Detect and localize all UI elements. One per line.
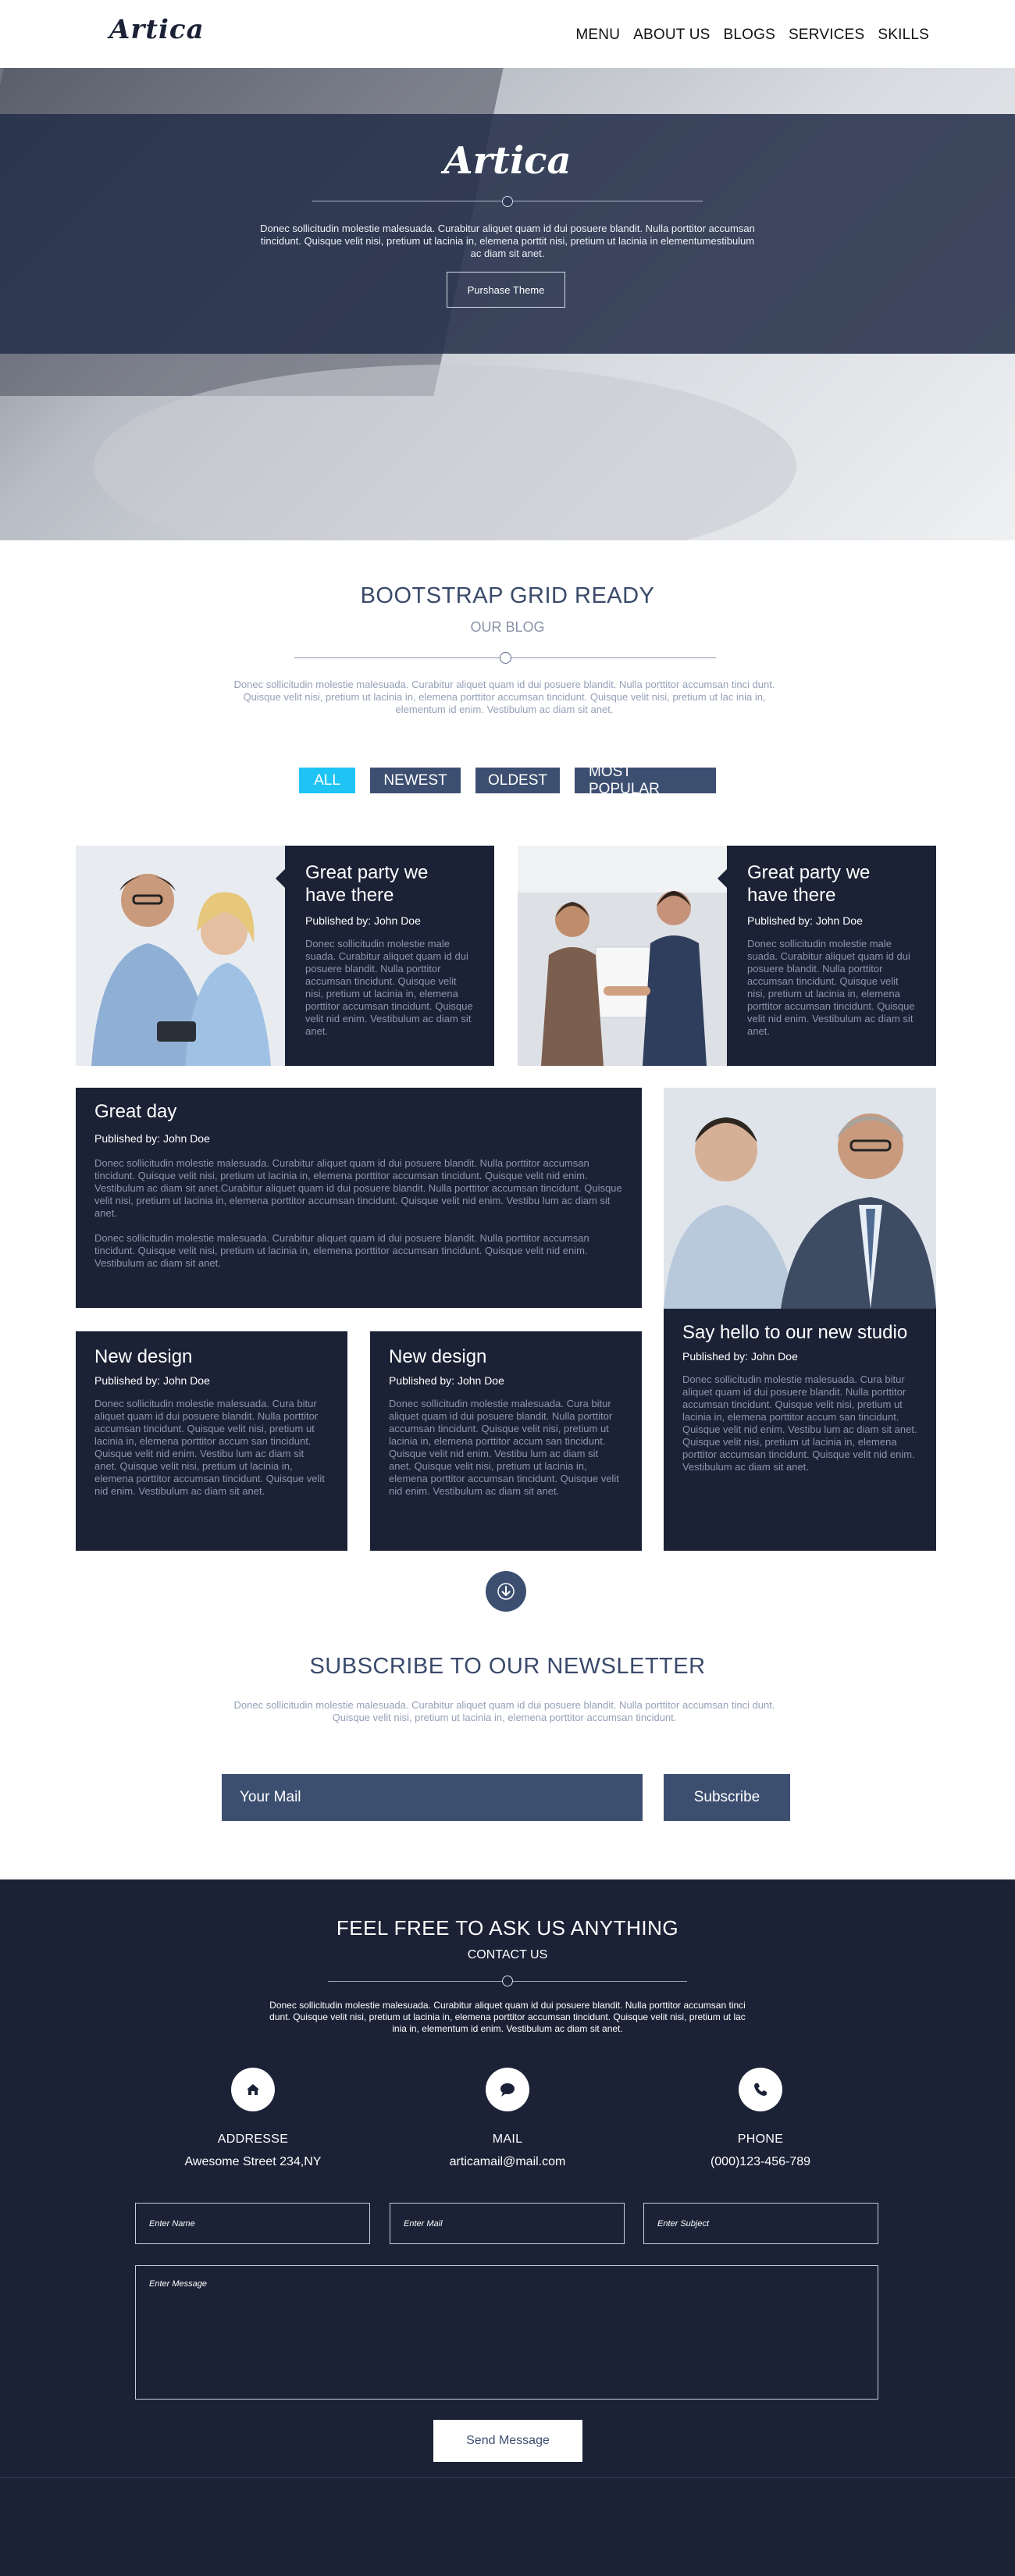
contact-subtitle: CONTACT US bbox=[467, 1948, 548, 1961]
phone-label: PHONE bbox=[737, 2132, 784, 2146]
photo-office-illustration bbox=[664, 1088, 936, 1309]
send-message-button[interactable]: Send Message bbox=[433, 2420, 582, 2462]
message-textarea[interactable]: Enter Message bbox=[135, 2265, 878, 2400]
newsletter-email-input[interactable]: Your Mail bbox=[222, 1774, 643, 1821]
phone-value[interactable]: (000)123-456-789 bbox=[667, 2155, 854, 2169]
card-title[interactable]: New design bbox=[389, 1345, 623, 1368]
blog-card[interactable]: Great party we have there Published by: … bbox=[285, 846, 494, 1066]
blog-filter-tabs: ALL NEWEST OLDEST MOST POPULAR bbox=[0, 764, 1015, 797]
card-title[interactable]: Say hello to our new studio bbox=[682, 1321, 917, 1344]
card-byline: Published by: John Doe bbox=[94, 1374, 210, 1387]
blog-card[interactable]: Say hello to our new studio Published by… bbox=[664, 1309, 936, 1551]
address-label: ADDRESSE bbox=[217, 2132, 289, 2146]
card-excerpt: Donec sollicitudin molestie malesuada. C… bbox=[94, 1398, 325, 1497]
card-pointer bbox=[276, 869, 285, 888]
nav-item-blogs[interactable]: BLOGS bbox=[724, 27, 775, 44]
filter-most-popular[interactable]: MOST POPULAR bbox=[575, 764, 716, 797]
top-navbar: Artica MENU ABOUT US BLOGS SERVICES SKIL… bbox=[0, 0, 1015, 68]
subject-input[interactable]: Enter Subject bbox=[643, 2203, 878, 2244]
card-excerpt: Donec sollicitudin molestie male suada. … bbox=[747, 938, 915, 1037]
blog-divider-dot bbox=[500, 652, 511, 664]
arrow-down-icon bbox=[497, 1583, 515, 1600]
blog-card[interactable]: New design Published by: John Doe Donec … bbox=[370, 1331, 642, 1551]
address-value: Awesome Street 234,NY bbox=[184, 2155, 322, 2168]
card-title[interactable]: New design bbox=[94, 1345, 329, 1368]
mail-label: MAIL bbox=[492, 2132, 523, 2146]
card-title[interactable]: Great party we have there bbox=[747, 861, 916, 907]
card-byline: Published by: John Doe bbox=[747, 914, 863, 927]
card-byline: Published by: John Doe bbox=[682, 1350, 798, 1363]
contact-address: ADDRESSE Awesome Street 234,NY bbox=[159, 2068, 347, 2169]
blog-card[interactable]: New design Published by: John Doe Donec … bbox=[76, 1331, 347, 1551]
contact-mail: MAIL articamail@mail.com bbox=[414, 2068, 601, 2169]
purchase-theme-button[interactable]: Purshase Theme bbox=[447, 272, 565, 308]
nav-item-skills[interactable]: SKILLS bbox=[878, 27, 929, 44]
card-byline: Published by: John Doe bbox=[389, 1374, 504, 1387]
site-logo[interactable]: Artica bbox=[109, 14, 205, 45]
scroll-down-button[interactable] bbox=[486, 1571, 526, 1612]
card-image-businessman[interactable] bbox=[664, 1088, 936, 1309]
card-byline: Published by: John Doe bbox=[305, 914, 421, 927]
card-excerpt: Donec sollicitudin molestie malesuada. C… bbox=[389, 1398, 619, 1497]
phone-icon bbox=[739, 2068, 782, 2111]
filter-all[interactable]: ALL bbox=[299, 768, 355, 793]
hero-description: Donec sollicitudin molestie malesuada. C… bbox=[260, 223, 755, 259]
nav-item-services[interactable]: SERVICES bbox=[789, 27, 864, 44]
contact-description: Donec sollicitudin molestie malesuada. C… bbox=[269, 2000, 746, 2034]
blog-section-subtitle: OUR BLOG bbox=[470, 619, 545, 635]
card-excerpt: Donec sollicitudin molestie malesuada. C… bbox=[94, 1232, 589, 1269]
card-excerpt: Donec sollicitudin molestie malesuada. C… bbox=[682, 1374, 917, 1473]
chat-bubble-icon bbox=[486, 2068, 529, 2111]
nav-item-about-us[interactable]: ABOUT US bbox=[633, 27, 710, 44]
card-excerpt: Donec sollicitudin molestie malesuada. C… bbox=[94, 1157, 622, 1219]
card-excerpt: Donec sollicitudin molestie male suada. … bbox=[305, 938, 473, 1037]
card-image-couple-phone[interactable] bbox=[76, 846, 285, 1066]
blog-section-title: BOOTSTRAP GRID READY bbox=[360, 583, 655, 608]
card-title[interactable]: Great day bbox=[94, 1100, 623, 1123]
mail-value[interactable]: articamail@mail.com bbox=[414, 2155, 601, 2169]
contact-title: FEEL FREE TO ASK US ANYTHING bbox=[336, 1916, 679, 1940]
name-input[interactable]: Enter Name bbox=[135, 2203, 370, 2244]
hero-logo: Artica bbox=[443, 139, 572, 183]
photo-handshake-illustration bbox=[518, 846, 727, 1066]
card-image-handshake[interactable] bbox=[518, 846, 727, 1066]
card-title[interactable]: Great party we have there bbox=[305, 861, 474, 907]
footer-divider bbox=[0, 2477, 1015, 2478]
blog-card-wide[interactable]: Great day Published by: John Doe Donec s… bbox=[76, 1088, 642, 1308]
contact-phone: PHONE (000)123-456-789 bbox=[667, 2068, 854, 2169]
home-icon bbox=[231, 2068, 275, 2111]
blog-card[interactable]: Great party we have there Published by: … bbox=[727, 846, 936, 1066]
newsletter-title: SUBSCRIBE TO OUR NEWSLETTER bbox=[309, 1654, 706, 1679]
hero-divider-dot bbox=[502, 196, 513, 207]
nav-menu: MENU ABOUT US BLOGS SERVICES SKILLS bbox=[575, 27, 929, 44]
card-pointer bbox=[718, 869, 727, 888]
contact-divider-dot bbox=[502, 1976, 513, 1986]
mail-input[interactable]: Enter Mail bbox=[390, 2203, 625, 2244]
filter-oldest[interactable]: OLDEST bbox=[475, 768, 560, 793]
photo-people-illustration bbox=[76, 846, 285, 1066]
subscribe-button[interactable]: Subscribe bbox=[664, 1774, 790, 1821]
card-byline: Published by: John Doe bbox=[94, 1132, 210, 1145]
blog-description: Donec sollicitudin molestie malesuada. C… bbox=[233, 679, 775, 715]
newsletter-description: Donec sollicitudin molestie malesuada. C… bbox=[233, 1699, 775, 1723]
nav-item-menu[interactable]: MENU bbox=[575, 27, 620, 44]
filter-newest[interactable]: NEWEST bbox=[370, 768, 461, 793]
